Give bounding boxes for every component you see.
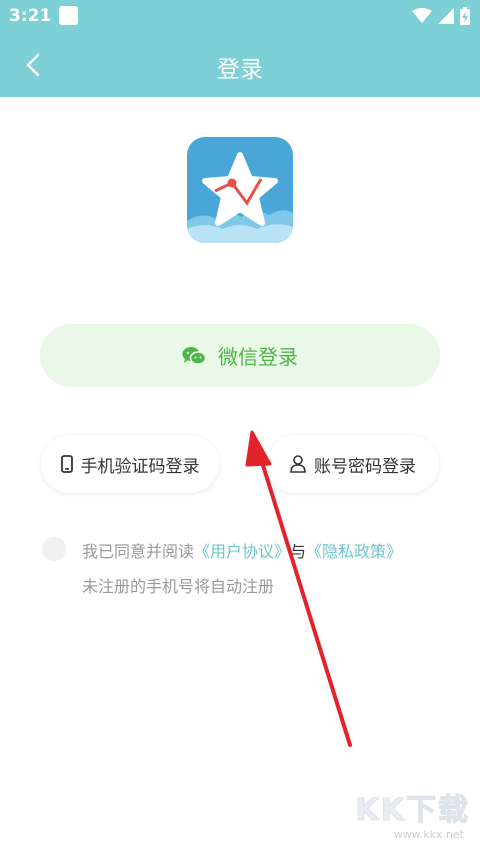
watermark-url: www.kkx.net (393, 828, 464, 841)
agreement-checkbox[interactable] (42, 537, 66, 561)
page-title: 登录 (217, 57, 263, 83)
app-logo (187, 137, 293, 243)
account-password-login-label: 账号密码登录 (314, 456, 416, 477)
agreement-prefix: 我已同意并阅读 (82, 542, 195, 561)
wifi-icon (412, 8, 432, 23)
user-agreement-link[interactable]: 《用户协议》 (194, 542, 290, 561)
agreement-and: 与 (290, 542, 307, 561)
status-time: 3:21 (9, 6, 52, 26)
notification-icon (59, 6, 78, 25)
watermark: KK下载 www.kkx.net (350, 785, 470, 842)
wechat-login-label: 微信登录 (218, 345, 298, 369)
watermark-logo: KK下载 (355, 793, 470, 829)
account-password-login-button[interactable]: 账号密码登录 (267, 435, 439, 493)
auto-register-note: 未注册的手机号将自动注册 (82, 577, 275, 596)
star-chart-app-icon (187, 137, 293, 243)
phone-icon (60, 455, 73, 473)
phone-code-login-button[interactable]: 手机验证码登录 (41, 435, 219, 493)
status-bar: 3:21 (0, 0, 480, 33)
battery-icon (460, 7, 470, 25)
annotation-arrow (245, 430, 352, 747)
phone-code-login-label: 手机验证码登录 (80, 456, 200, 477)
wechat-login-button[interactable]: 微信登录 (40, 324, 440, 387)
app-bar: 登录 (0, 33, 480, 97)
signal-icon (438, 8, 454, 24)
user-icon (290, 455, 306, 473)
privacy-policy-link[interactable]: 《隐私政策》 (306, 542, 402, 561)
wechat-icon (182, 346, 206, 365)
